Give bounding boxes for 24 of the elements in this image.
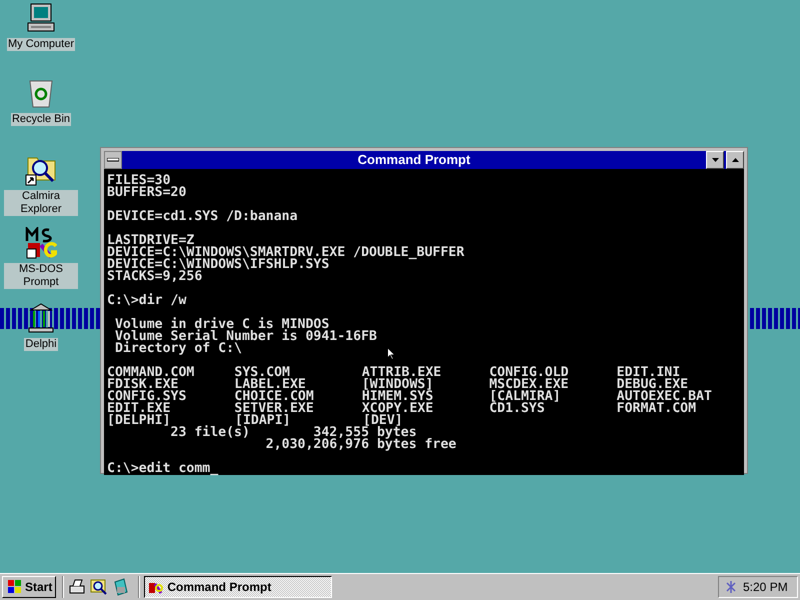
desktop-icon-label[interactable]: My Computer — [6, 38, 76, 51]
console-line: DEVICE=C:\WINDOWS\IFSHLP.SYS — [107, 259, 330, 271]
console-line: STACKS=9,256 — [107, 271, 202, 283]
desktop-icon-label[interactable]: Delphi — [24, 338, 58, 351]
console-line: FILES=30 — [107, 175, 171, 187]
console-line: Directory of C:\ — [114, 343, 242, 355]
desktop-icon-label[interactable]: Calmira Explorer — [4, 190, 78, 216]
clock: 5:20 PM — [743, 579, 788, 596]
window-title: Command Prompt — [356, 151, 472, 170]
console-line: 2,030,206,976 bytes free — [264, 439, 456, 451]
desktop-icon-label[interactable]: MS-DOS Prompt — [4, 263, 78, 289]
taskbar-button[interactable]: Command Prompt — [144, 576, 332, 598]
file-name: [DELPHI] — [107, 413, 171, 428]
console-line: C:\>edit comm_ — [107, 463, 218, 475]
console-line: BUFFERS=20 — [107, 187, 186, 199]
console-line: C:\>dir /w — [107, 295, 186, 307]
desktop-icon-label[interactable]: Recycle Bin — [10, 113, 72, 126]
file-name: FORMAT.COM — [616, 401, 696, 416]
console-line: LASTDRIVE=Z — [107, 235, 194, 247]
console-line: DEVICE=cd1.SYS /D:banana — [107, 211, 298, 223]
console-line: DEVICE=C:\WINDOWS\SMARTDRV.EXE /DOUBLE_BUFFER — [107, 247, 464, 259]
start-button[interactable]: Start — [2, 576, 56, 598]
file-name: CD1.SYS — [489, 401, 545, 416]
console-line: 23 file(s) 342,555 bytes — [170, 427, 417, 439]
